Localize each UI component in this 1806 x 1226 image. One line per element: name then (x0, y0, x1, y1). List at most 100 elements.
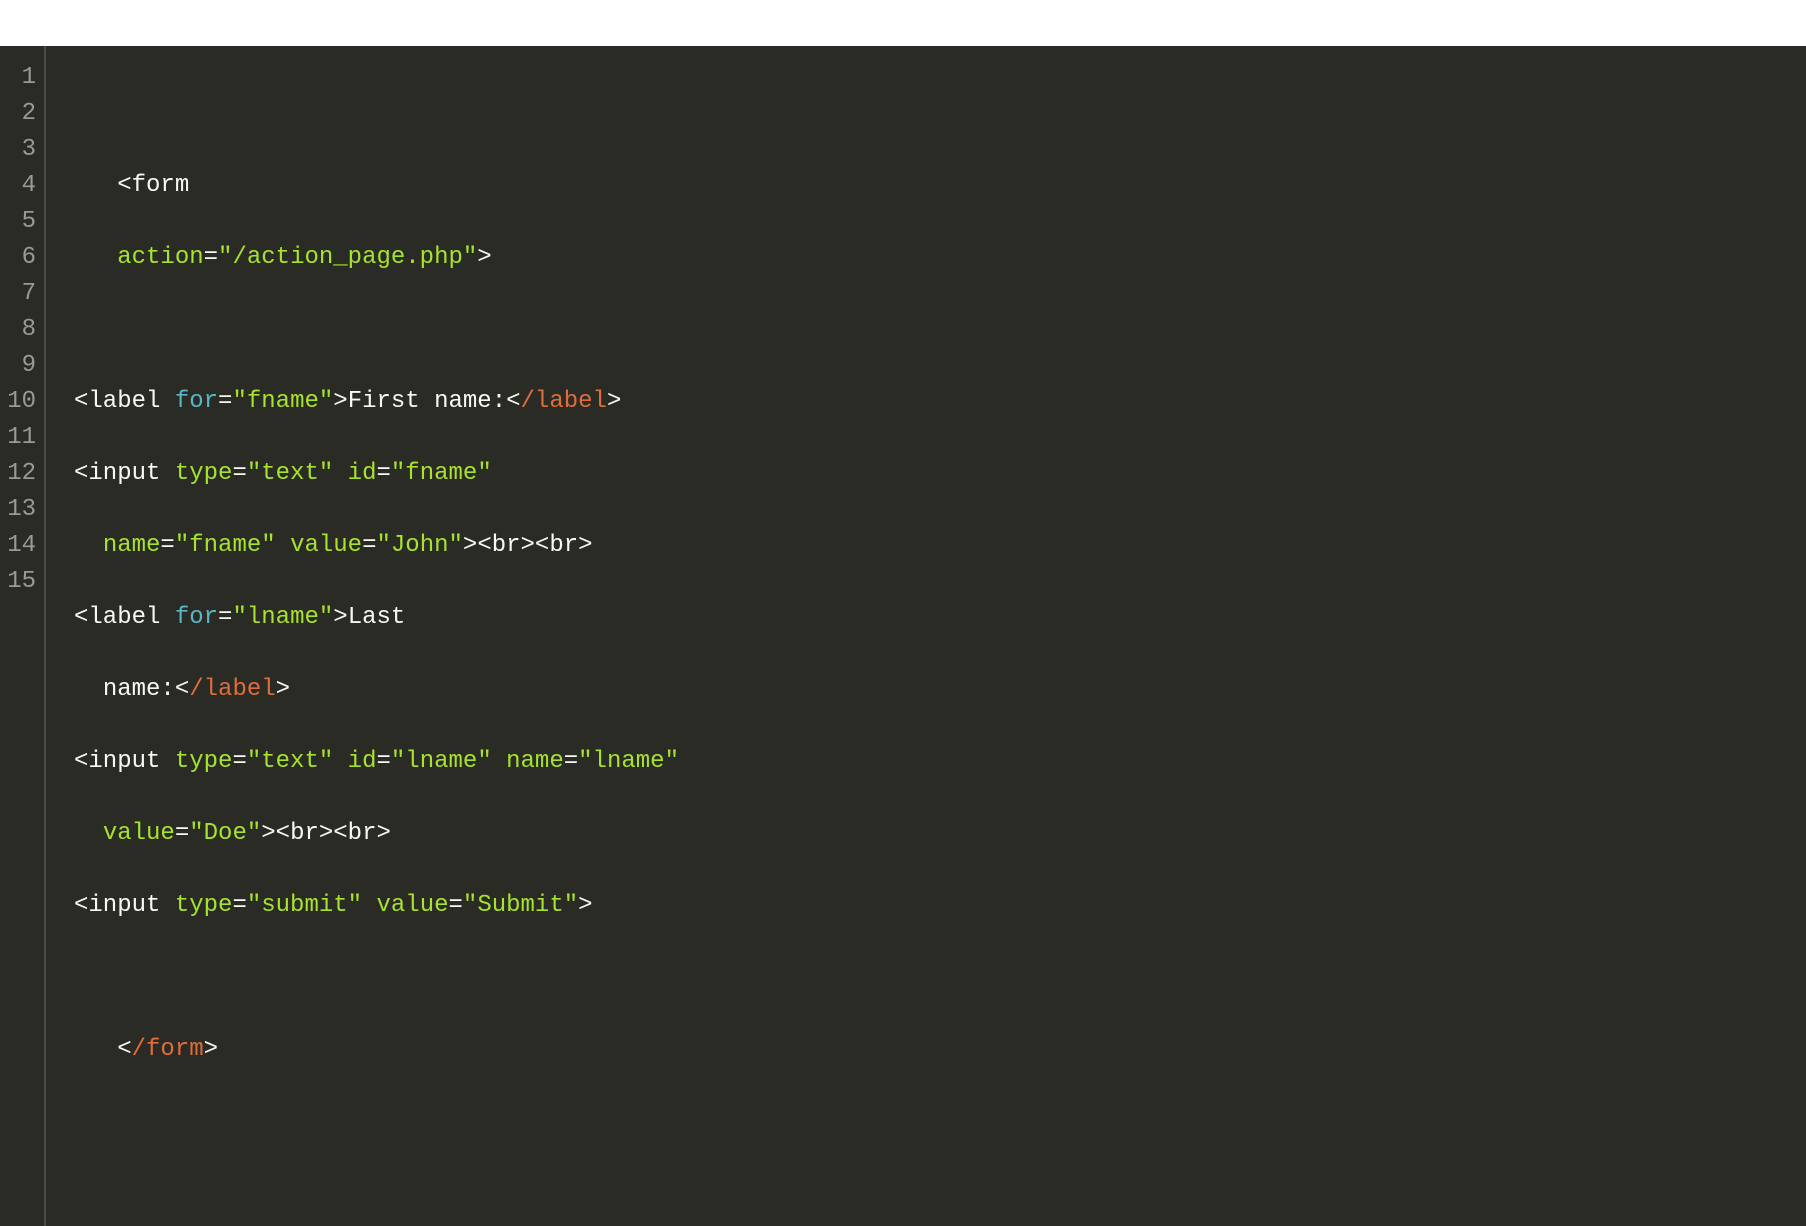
code-line[interactable]: <input type="submit" value="Submit"> (74, 888, 1778, 924)
code-line[interactable]: <form (74, 168, 1778, 204)
code-token: " (247, 820, 261, 847)
code-token: <br> (535, 532, 593, 559)
line-number: 6 (6, 240, 36, 276)
code-token: = (232, 460, 246, 487)
code-token: " (189, 820, 203, 847)
code-token: " (218, 244, 232, 271)
code-token: = (160, 532, 174, 559)
code-token (160, 892, 174, 919)
code-token: <br> (276, 820, 334, 847)
code-token: lname (593, 748, 665, 775)
code-token: = (175, 820, 189, 847)
code-token: < (117, 1036, 131, 1063)
code-token (160, 604, 174, 631)
code-token: = (449, 892, 463, 919)
line-number: 1 (6, 60, 36, 96)
code-token: " (319, 388, 333, 415)
code-line[interactable]: action="/action_page.php"> (74, 240, 1778, 276)
line-number: 3 (6, 132, 36, 168)
code-token: = (204, 244, 218, 271)
code-token (333, 460, 347, 487)
code-token: /action_page.php (232, 244, 462, 271)
code-line[interactable] (74, 96, 1778, 132)
code-token: " (564, 892, 578, 919)
code-token: < (117, 172, 131, 199)
code-token: < (74, 892, 88, 919)
line-number: 9 (6, 348, 36, 384)
code-token: > (276, 676, 290, 703)
code-token: Submit (477, 892, 563, 919)
code-token: > (477, 244, 491, 271)
code-area[interactable]: <form action="/action_page.php"> <label … (46, 46, 1806, 1226)
code-token: < (506, 388, 520, 415)
code-line[interactable] (74, 312, 1778, 348)
line-number: 11 (6, 420, 36, 456)
code-token: type (175, 748, 233, 775)
code-line[interactable]: <input type="text" id="lname" name="lnam… (74, 744, 1778, 780)
code-token: lname (247, 604, 319, 631)
code-token: " (449, 532, 463, 559)
code-token: " (261, 532, 275, 559)
code-token (74, 532, 103, 559)
code-token: > (333, 388, 347, 415)
code-token: /label (189, 676, 275, 703)
code-token: = (232, 892, 246, 919)
line-number-gutter: 1 2 3 4 5 6 7 8 9 10 11 12 13 14 15 (0, 46, 46, 1226)
code-token: input (88, 748, 160, 775)
code-token: " (463, 892, 477, 919)
code-token: Doe (204, 820, 247, 847)
code-token: type (175, 460, 233, 487)
code-token: = (362, 532, 376, 559)
code-line[interactable] (74, 960, 1778, 996)
code-token: name (506, 748, 564, 775)
code-token: = (376, 748, 390, 775)
code-token: type (175, 892, 233, 919)
code-token: > (578, 892, 592, 919)
code-line[interactable] (74, 1104, 1778, 1140)
line-number: 8 (6, 312, 36, 348)
code-line[interactable]: name:</label> (74, 672, 1778, 708)
code-line[interactable]: name="fname" value="John"><br><br> (74, 528, 1778, 564)
code-token: < (74, 748, 88, 775)
line-number: 10 (6, 384, 36, 420)
code-token: Last (348, 604, 406, 631)
code-token: > (463, 532, 477, 559)
code-token: = (218, 388, 232, 415)
line-number: 14 (6, 528, 36, 564)
code-token: " (175, 532, 189, 559)
line-number: 7 (6, 276, 36, 312)
code-line[interactable]: <input type="text" id="fname" (74, 456, 1778, 492)
code-token (74, 172, 117, 199)
code-token: id (348, 748, 377, 775)
line-number: 13 (6, 492, 36, 528)
code-token: fname (405, 460, 477, 487)
code-token: text (261, 460, 319, 487)
code-token: " (391, 460, 405, 487)
code-token: < (74, 460, 88, 487)
code-token (492, 748, 506, 775)
code-token: <br> (477, 532, 535, 559)
code-token: First name: (348, 388, 506, 415)
code-token: > (204, 1036, 218, 1063)
code-token: = (218, 604, 232, 631)
code-token: " (463, 244, 477, 271)
code-token: < (175, 676, 189, 703)
code-token: " (232, 388, 246, 415)
code-token: " (247, 460, 261, 487)
code-line[interactable]: <label for="lname">Last (74, 600, 1778, 636)
code-token: " (319, 460, 333, 487)
code-token (160, 460, 174, 487)
code-line[interactable]: value="Doe"><br><br> (74, 816, 1778, 852)
code-token (276, 532, 290, 559)
code-token: " (319, 604, 333, 631)
line-number: 15 (6, 564, 36, 600)
code-token: name: (103, 676, 175, 703)
code-line[interactable]: <label for="fname">First name:</label> (74, 384, 1778, 420)
code-token (362, 892, 376, 919)
code-line[interactable]: </form> (74, 1032, 1778, 1068)
code-token: > (333, 604, 347, 631)
code-token: " (391, 748, 405, 775)
code-token (160, 748, 174, 775)
line-number: 4 (6, 168, 36, 204)
code-editor[interactable]: 1 2 3 4 5 6 7 8 9 10 11 12 13 14 15 <for… (0, 46, 1806, 1226)
